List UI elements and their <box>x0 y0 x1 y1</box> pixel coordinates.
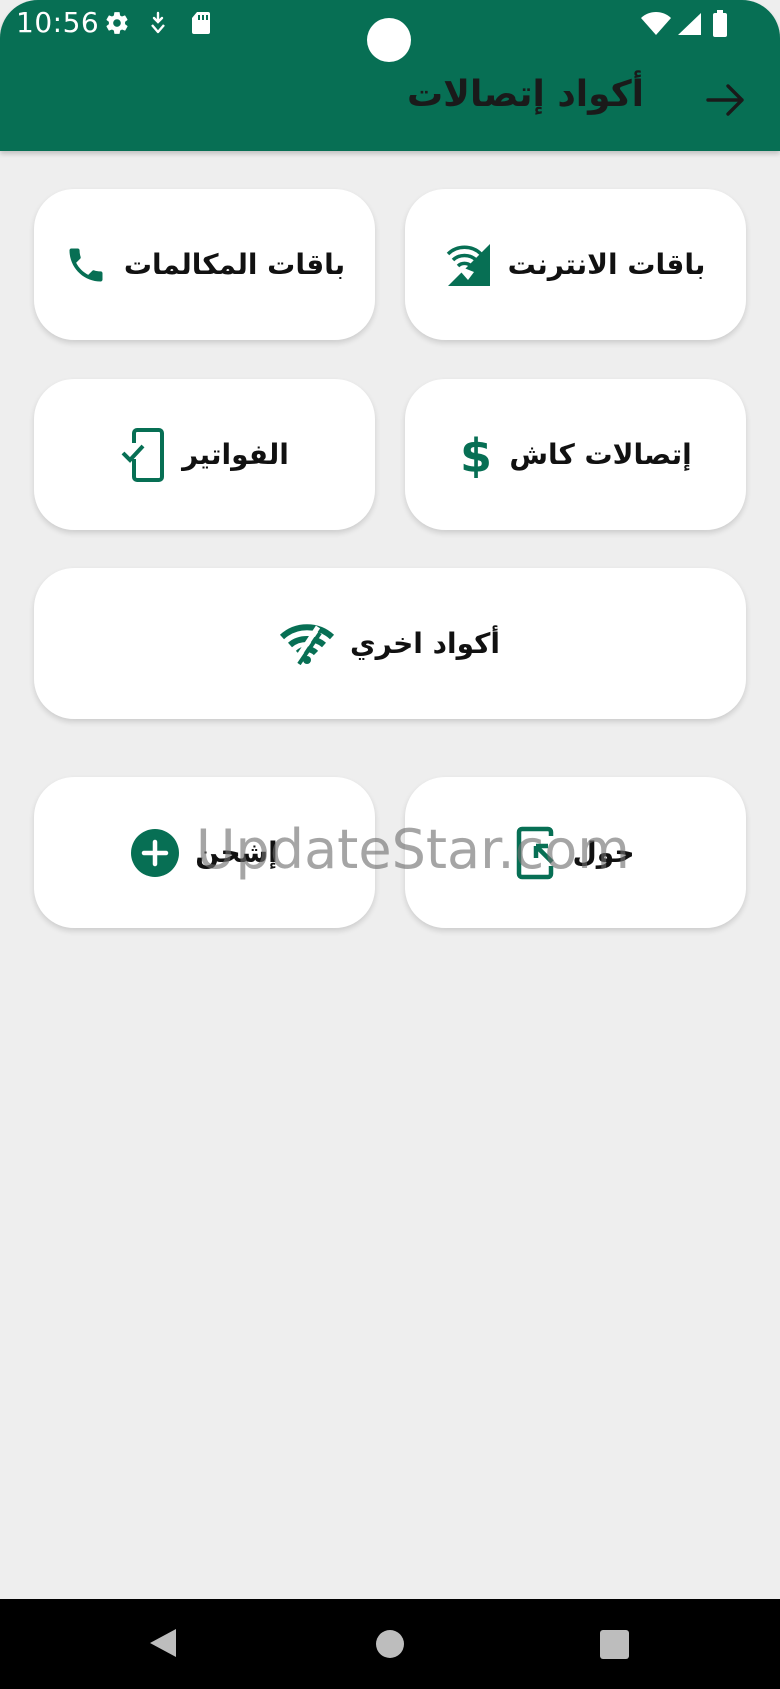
home-circle-icon[interactable] <box>375 1629 405 1663</box>
dollar-icon: $ <box>459 432 493 478</box>
signal-icon <box>676 12 702 40</box>
signal-wifi-icon <box>446 242 492 288</box>
svg-text:$: $ <box>460 432 492 478</box>
battery-icon <box>712 10 728 42</box>
phone-check-icon <box>120 427 166 483</box>
internet-packages-card[interactable]: باقات الانترنت <box>405 189 746 340</box>
wifi-off-icon <box>280 623 334 665</box>
other-codes-label: أكواد اخري <box>350 627 501 660</box>
gear-icon <box>104 10 130 40</box>
watermark: UpdateStar.com <box>196 818 630 881</box>
download-arrow-icon <box>148 10 168 40</box>
phone-icon <box>64 243 108 287</box>
status-time: 10:56 <box>16 6 100 39</box>
page-title: أكواد إتصالات <box>406 74 644 115</box>
app-bar: 10:56 أكواد إتصالات <box>0 0 780 151</box>
add-circle-icon <box>131 828 180 877</box>
call-packages-card[interactable]: باقات المكالمات <box>34 189 375 340</box>
bills-card[interactable]: الفواتير <box>34 379 375 530</box>
internet-packages-label: باقات الانترنت <box>507 248 706 281</box>
bills-label: الفواتير <box>182 438 289 471</box>
arrow-right-icon[interactable] <box>704 80 748 120</box>
call-packages-label: باقات المكالمات <box>123 248 346 281</box>
other-codes-card[interactable]: أكواد اخري <box>34 568 746 719</box>
back-triangle-icon[interactable] <box>148 1627 178 1663</box>
wifi-icon <box>640 12 672 40</box>
etisalat-cash-label: إتصالات كاش <box>509 438 692 471</box>
recents-square-icon[interactable] <box>600 1630 629 1663</box>
navigation-bar <box>0 1599 780 1689</box>
camera-cutout <box>367 18 411 62</box>
sd-card-icon <box>190 10 212 40</box>
etisalat-cash-card[interactable]: إتصالات كاش $ <box>405 379 746 530</box>
